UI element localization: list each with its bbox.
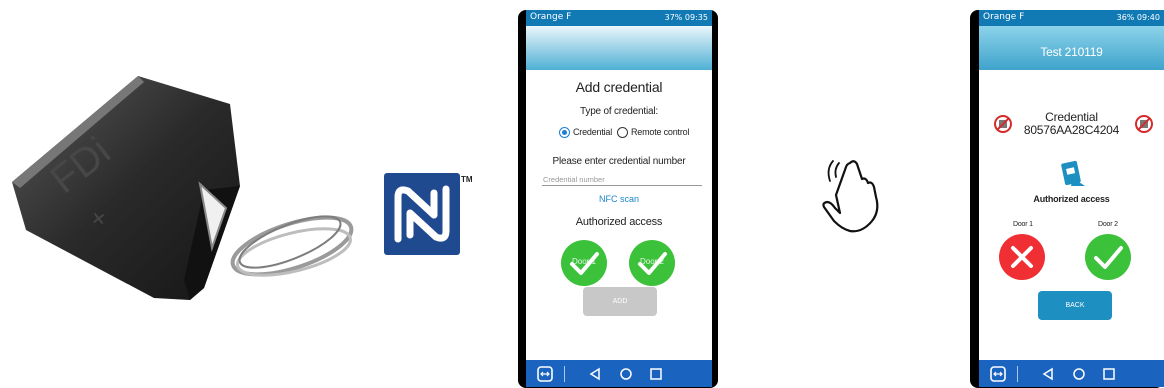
android-nav-bar — [979, 360, 1164, 387]
android-nav-bar — [526, 360, 712, 387]
back-nav-icon[interactable] — [588, 367, 602, 381]
door-2-label: Door 2 — [1098, 221, 1118, 228]
authorized-access-label: Authorized access — [575, 216, 663, 228]
phone-add-credential: Orange F 37% 09:35 Add credential Type o… — [518, 10, 718, 388]
door-1-status[interactable] — [999, 234, 1045, 280]
carrier-label: Orange F — [983, 12, 1025, 22]
tap-hand-icon — [822, 160, 879, 233]
check-icon — [570, 252, 599, 275]
app-header — [526, 26, 712, 70]
radio-remote-control[interactable] — [617, 127, 628, 138]
phone-authorized-access: Orange F 36% 09:40 Test 210119 Credentia… — [970, 10, 1164, 388]
nfc-logo — [384, 173, 460, 255]
credential-number-input[interactable]: Credential number — [543, 175, 605, 184]
teamviewer-icon[interactable] — [537, 366, 553, 382]
radio-credential-label: Credential — [573, 127, 613, 137]
door-1-label: Door 1 — [1013, 221, 1033, 228]
phone-screen: Orange F 36% 09:40 Test 210119 Credentia… — [979, 10, 1164, 387]
cross-icon — [1011, 246, 1033, 268]
nfc-scan-link[interactable]: NFC scan — [526, 194, 712, 204]
recents-nav-icon[interactable] — [1102, 367, 1116, 381]
back-button[interactable]: BACK — [1038, 291, 1112, 320]
radio-remote-label: Remote control — [631, 127, 690, 137]
recents-nav-icon[interactable] — [649, 367, 663, 381]
instruction-text: Please enter credential number — [552, 156, 686, 167]
battery-time: 37% 09:35 — [664, 13, 708, 22]
door-2-status[interactable] — [1085, 234, 1131, 280]
door-2-toggle[interactable]: Door 2 — [629, 240, 675, 286]
trademark-symbol: TM — [461, 175, 473, 184]
back-nav-icon[interactable] — [1041, 367, 1055, 381]
card-reader-icon — [1061, 160, 1085, 186]
phone-screen: Orange F 37% 09:35 Add credential Type o… — [526, 10, 712, 387]
type-label: Type of credential: — [580, 106, 658, 117]
key-fob-image: FDi + — [4, 70, 360, 306]
teamviewer-icon[interactable] — [990, 366, 1006, 382]
door-1-toggle[interactable]: Door 1 — [561, 240, 607, 286]
status-bar: Orange F 36% 09:40 — [979, 10, 1164, 26]
carrier-label: Orange F — [530, 12, 572, 22]
add-button[interactable]: ADD — [583, 287, 657, 316]
battery-time: 36% 09:40 — [1116, 13, 1160, 22]
status-bar: Orange F 37% 09:35 — [526, 10, 712, 26]
check-icon — [638, 252, 667, 275]
nav-separator — [1017, 366, 1018, 382]
home-nav-icon[interactable] — [1072, 367, 1086, 381]
check-icon — [1094, 246, 1123, 269]
home-nav-icon[interactable] — [619, 367, 633, 381]
authorized-access-label: Authorized access — [1033, 194, 1110, 204]
page-title: Add credential — [575, 79, 663, 95]
credential-name: Test 210119 — [1040, 45, 1103, 59]
no-entry-icon — [1135, 115, 1153, 133]
nav-separator — [564, 366, 565, 382]
radio-credential[interactable] — [559, 127, 570, 138]
input-underline — [542, 185, 702, 186]
